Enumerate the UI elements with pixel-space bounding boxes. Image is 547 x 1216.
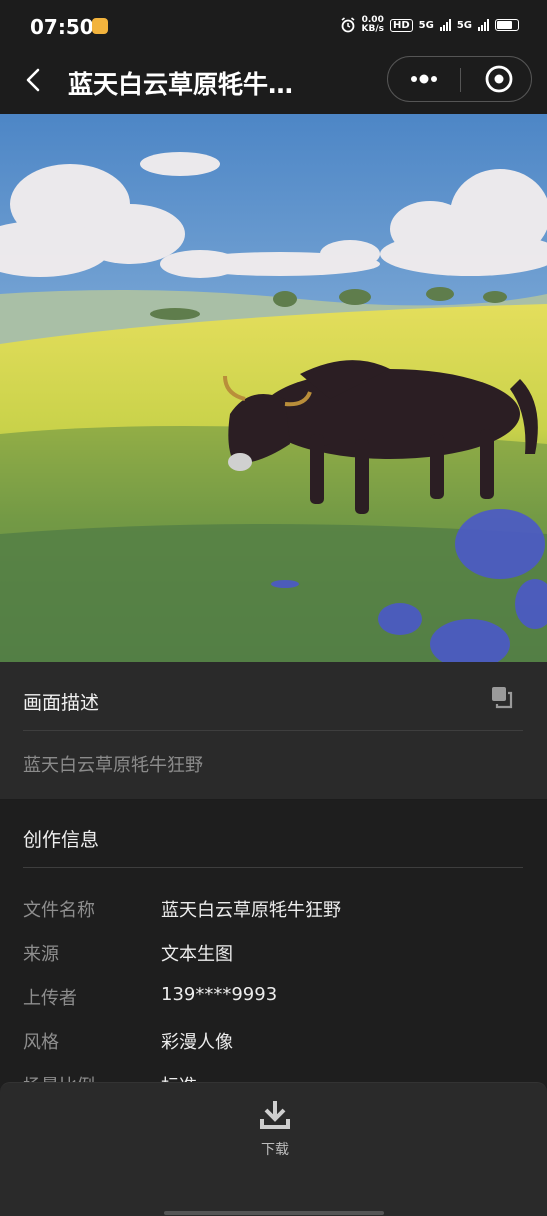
info-row-style: 风格 彩漫人像 xyxy=(23,1028,523,1058)
bottom-action-bar: 下载 xyxy=(0,1082,547,1216)
battery-icon xyxy=(495,19,519,31)
divider xyxy=(23,867,523,868)
info-row-uploader: 上传者 139****9993 xyxy=(23,984,523,1014)
status-bar: 07:50 0.00 KB/s HD 5G 5G xyxy=(0,0,547,56)
home-indicator[interactable] xyxy=(164,1211,384,1215)
signal-icon xyxy=(439,19,451,31)
target-icon xyxy=(485,65,513,93)
creation-info-card: 创作信息 文件名称 蓝天白云草原牦牛狂野 来源 文本生图 上传者 139****… xyxy=(0,800,547,1097)
hd-badge: HD xyxy=(389,18,413,32)
description-text: 蓝天白云草原牦牛狂野 xyxy=(23,755,203,776)
signal-icon xyxy=(478,19,489,31)
description-title: 画面描述 xyxy=(23,692,100,714)
info-value: 蓝天白云草原牦牛狂野 xyxy=(161,900,341,921)
info-row-source: 来源 文本生图 xyxy=(23,940,523,970)
description-card: 画面描述 蓝天白云草原牦牛狂野 xyxy=(0,662,547,799)
generated-artwork-image xyxy=(0,114,547,662)
close-miniprogram-button[interactable] xyxy=(461,57,533,101)
download-label: 下载 xyxy=(261,1142,289,1158)
info-value: 139****9993 xyxy=(161,984,278,1005)
net-speed: 0.00 KB/s xyxy=(361,15,384,34)
more-button[interactable] xyxy=(388,57,460,101)
page-title: 蓝天白云草原牦牛… xyxy=(68,70,294,99)
miniprogram-capsule xyxy=(387,56,532,102)
sim1-label: 5G xyxy=(418,19,434,31)
download-button[interactable]: 下载 xyxy=(240,1097,310,1161)
download-icon xyxy=(260,1101,290,1129)
app-notification-icon xyxy=(92,18,108,34)
info-value: 彩漫人像 xyxy=(161,1032,233,1053)
status-time: 07:50 xyxy=(30,15,94,39)
back-button[interactable] xyxy=(20,66,48,94)
nav-bar: 蓝天白云草原牦牛… xyxy=(0,56,547,114)
copy-icon xyxy=(492,687,513,709)
info-row-filename: 文件名称 蓝天白云草原牦牛狂野 xyxy=(23,896,523,926)
divider xyxy=(23,730,523,731)
info-label: 来源 xyxy=(23,944,59,965)
chevron-left-icon xyxy=(26,68,40,92)
info-label: 上传者 xyxy=(23,988,77,1009)
alarm-icon xyxy=(341,17,354,33)
status-indicators: 0.00 KB/s HD 5G 5G xyxy=(340,15,519,34)
copy-button[interactable] xyxy=(488,684,516,712)
creation-info-title: 创作信息 xyxy=(23,829,100,851)
info-label: 文件名称 xyxy=(23,900,95,921)
more-dots-icon xyxy=(411,74,437,84)
info-label: 风格 xyxy=(23,1032,59,1053)
info-value: 文本生图 xyxy=(161,944,233,965)
sim2-label: 5G xyxy=(456,19,472,31)
